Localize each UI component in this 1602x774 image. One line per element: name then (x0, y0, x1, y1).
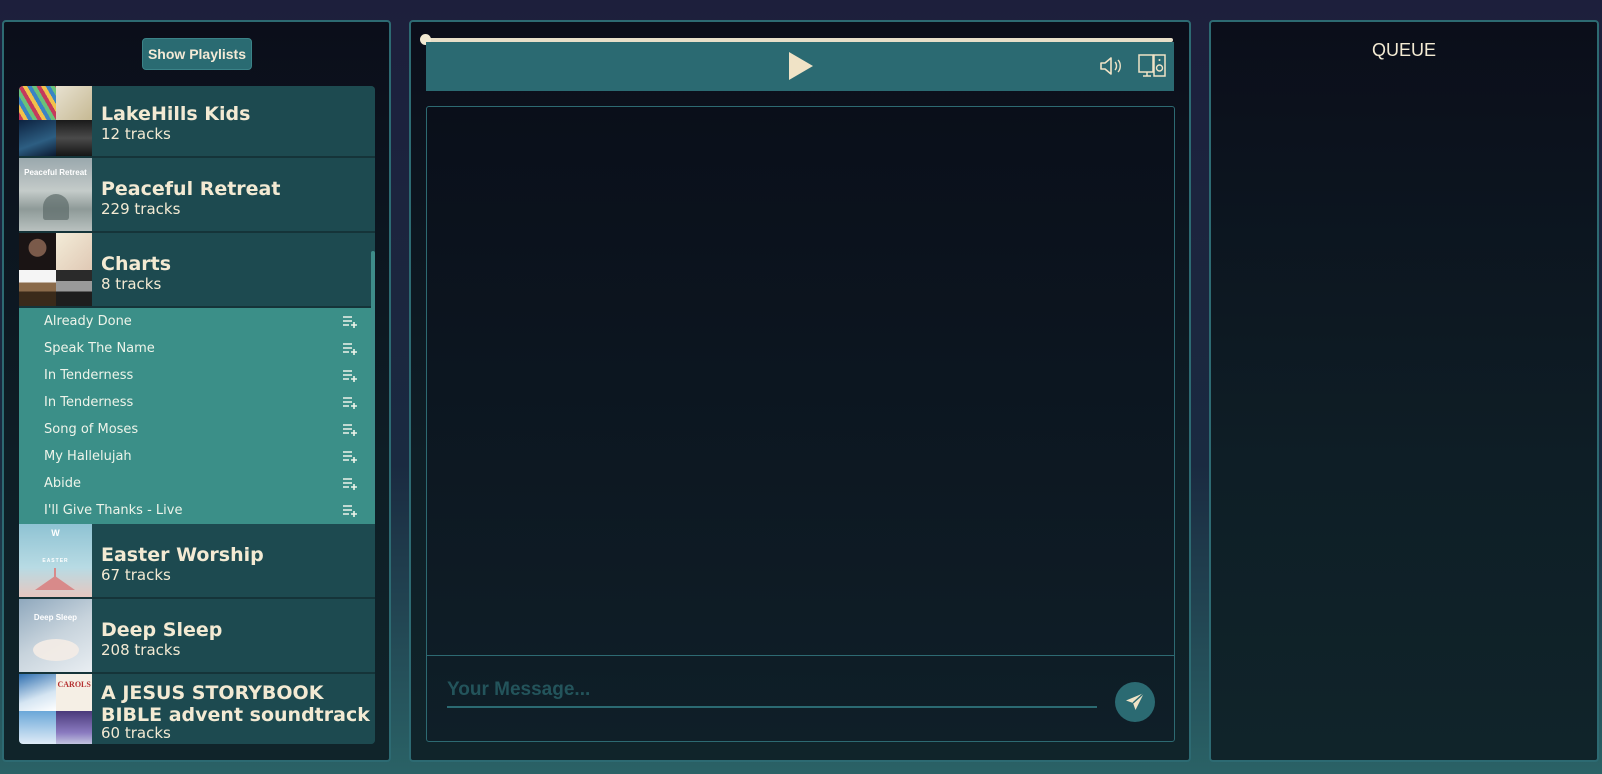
playlist-cover (19, 233, 92, 306)
queue-panel: QUEUE (1209, 20, 1599, 762)
playlist-item-easter-worship[interactable]: W EASTER Easter Worship 67 tracks (19, 524, 375, 599)
volume-icon[interactable] (1099, 55, 1123, 77)
track-item[interactable]: In Tenderness (19, 362, 375, 389)
playlist-name: Peaceful Retreat (101, 178, 281, 200)
message-input[interactable] (447, 674, 1097, 708)
player-chat-panel (409, 20, 1191, 762)
playlist-track-count: 12 tracks (101, 125, 171, 143)
track-title: My Hallelujah (44, 449, 132, 464)
add-to-queue-icon[interactable] (342, 342, 358, 355)
playlist-track-count: 8 tracks (101, 275, 162, 293)
chat-area (426, 106, 1175, 742)
track-item[interactable]: In Tenderness (19, 389, 375, 416)
add-to-queue-icon[interactable] (342, 504, 358, 517)
playlist-name: Deep Sleep (101, 619, 223, 641)
player-controls (426, 42, 1174, 91)
add-to-queue-icon[interactable] (342, 423, 358, 436)
playlist-item-peaceful-retreat[interactable]: Peaceful Retreat Peaceful Retreat 229 tr… (19, 158, 375, 233)
playlist-cover: Peaceful Retreat (19, 158, 92, 231)
track-item[interactable]: Speak The Name (19, 335, 375, 362)
playlist-item-charts[interactable]: Charts 8 tracks (19, 233, 375, 308)
playlist-cover: Deep Sleep (19, 599, 92, 672)
track-title: Abide (44, 476, 82, 491)
track-item[interactable]: Already Done (19, 308, 375, 335)
add-to-queue-icon[interactable] (342, 396, 358, 409)
playlist-cover: CAROLS (19, 674, 92, 744)
playlists-panel: Show Playlists LakeHills Kids 12 tracks … (2, 20, 391, 762)
track-item[interactable]: I'll Give Thanks - Live (19, 497, 375, 524)
track-item[interactable]: My Hallelujah (19, 443, 375, 470)
playlist-name: A JESUS STORYBOOK BIBLE advent soundtrac… (101, 682, 370, 726)
track-title: In Tenderness (44, 395, 134, 410)
playlist-cover: W EASTER (19, 524, 92, 597)
playlist-cover (19, 86, 92, 156)
play-icon[interactable] (787, 51, 815, 81)
playlist-scrollbar[interactable] (371, 251, 375, 501)
playlist-item-deep-sleep[interactable]: Deep Sleep Deep Sleep 208 tracks (19, 599, 375, 674)
playlist-name: Charts (101, 253, 172, 275)
playlist-name: Easter Worship (101, 544, 264, 566)
playlist-track-count: 60 tracks (101, 724, 171, 742)
send-button[interactable] (1115, 682, 1155, 722)
track-title: I'll Give Thanks - Live (44, 503, 183, 518)
playlist-item-lakehills-kids[interactable]: LakeHills Kids 12 tracks (19, 86, 375, 158)
add-to-queue-icon[interactable] (342, 315, 358, 328)
show-playlists-button[interactable]: Show Playlists (142, 38, 252, 70)
track-list: Already Done Speak The Name In Tendernes… (19, 308, 375, 524)
track-title: Already Done (44, 314, 132, 329)
queue-title: QUEUE (1371, 40, 1436, 60)
track-title: Speak The Name (44, 341, 155, 356)
add-to-queue-icon[interactable] (342, 369, 358, 382)
playlist-track-count: 67 tracks (101, 566, 171, 584)
send-icon (1126, 692, 1145, 710)
track-title: In Tenderness (44, 368, 134, 383)
track-item[interactable]: Song of Moses (19, 416, 375, 443)
playlist-track-count: 208 tracks (101, 641, 181, 659)
track-title: Song of Moses (44, 422, 139, 437)
chat-divider (427, 655, 1174, 656)
track-item[interactable]: Abide (19, 470, 375, 497)
playlist-name: LakeHills Kids (101, 103, 251, 125)
playlist-list[interactable]: LakeHills Kids 12 tracks Peaceful Retrea… (19, 86, 375, 744)
playlist-track-count: 229 tracks (101, 200, 181, 218)
devices-icon[interactable] (1138, 53, 1166, 79)
playlist-item-jesus-storybook-bible[interactable]: CAROLS A JESUS STORYBOOK BIBLE advent so… (19, 674, 375, 744)
add-to-queue-icon[interactable] (342, 450, 358, 463)
add-to-queue-icon[interactable] (342, 477, 358, 490)
